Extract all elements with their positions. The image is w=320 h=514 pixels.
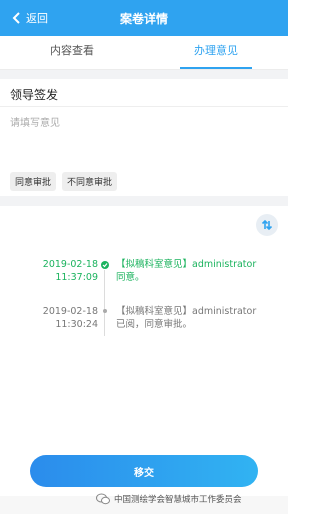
timeline-date: 2019-02-18 xyxy=(42,259,98,270)
opinion-input[interactable] xyxy=(10,114,278,164)
watermark-text: 中国测绘学会智慧城市工作委员会 xyxy=(114,495,242,505)
watermark: 中国测绘学会智慧城市工作委员会 xyxy=(96,493,242,505)
timeline-title: 【拟稿科室意见】administrator xyxy=(116,259,257,270)
tab-handling-opinion[interactable]: 办理意见 xyxy=(144,36,288,69)
timeline-date: 2019-02-18 xyxy=(42,306,98,317)
check-circle-icon xyxy=(101,261,109,269)
section-gap xyxy=(0,70,288,79)
submit-button[interactable]: 移交 xyxy=(30,455,258,487)
section-gap xyxy=(0,196,288,206)
timeline-time: 11:37:09 xyxy=(55,272,98,283)
section-label: 领导签发 xyxy=(10,88,59,102)
timeline-line xyxy=(104,270,105,336)
dot-icon xyxy=(103,309,107,313)
timeline-time: 11:30:24 xyxy=(55,319,98,330)
tab-content-view[interactable]: 内容查看 xyxy=(0,36,144,69)
sort-arrows-icon xyxy=(261,219,273,231)
quick-phrase-reject[interactable]: 不同意审批 xyxy=(62,172,118,191)
page-title: 案卷详情 xyxy=(119,12,168,26)
tab-bar: 内容查看 办理意见 xyxy=(0,36,288,70)
timeline-content: 【拟稿科室意见】administrator 同意。 xyxy=(116,258,278,284)
divider xyxy=(0,106,288,107)
timeline-timestamp: 2019-02-18 11:30:24 xyxy=(0,305,98,331)
timeline-content: 【拟稿科室意见】administrator 已阅，同意审批。 xyxy=(116,305,278,331)
app-header: 返回 案卷详情 xyxy=(0,0,288,36)
timeline-comment: 同意。 xyxy=(116,272,145,283)
timeline-title: 【拟稿科室意见】administrator xyxy=(116,306,257,317)
timeline-timestamp: 2019-02-18 11:37:09 xyxy=(0,258,98,284)
sort-toggle-button[interactable] xyxy=(256,214,278,236)
wechat-icon xyxy=(96,493,110,505)
timeline-comment: 已阅，同意审批。 xyxy=(116,319,193,330)
quick-phrase-list: 同意审批 不同意审批 xyxy=(10,172,118,191)
quick-phrase-approve[interactable]: 同意审批 xyxy=(10,172,57,191)
